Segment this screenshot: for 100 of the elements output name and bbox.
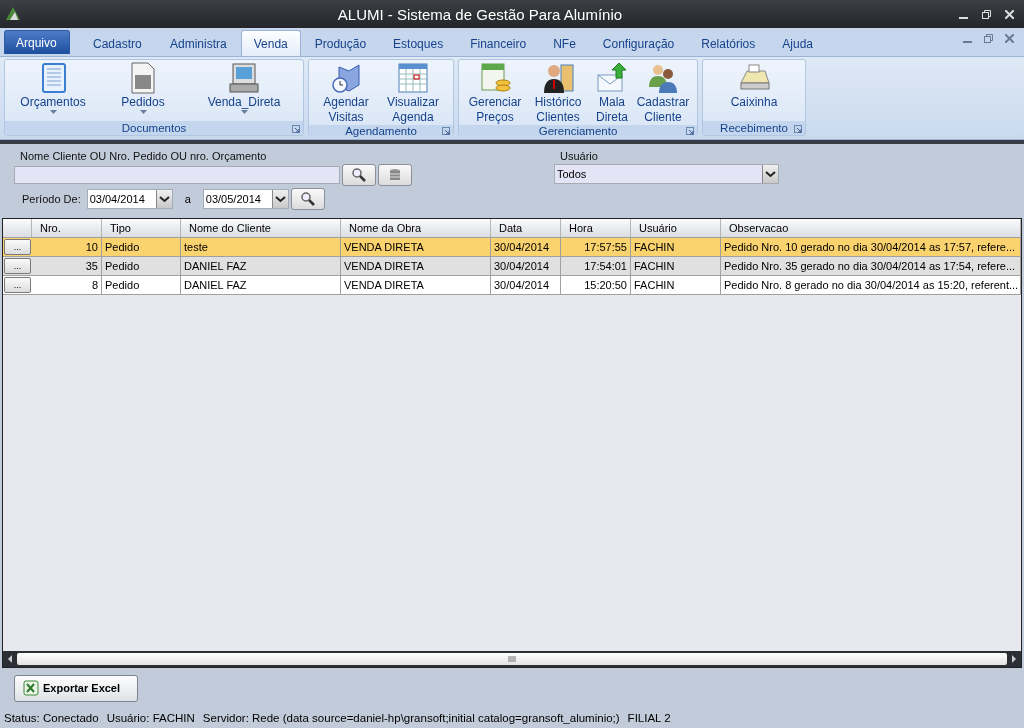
search-icon <box>351 167 367 183</box>
search-button[interactable] <box>342 164 376 186</box>
status-text: Usuário: FACHIN <box>106 712 195 724</box>
person-icon <box>541 61 575 95</box>
column-header[interactable]: Hora <box>561 219 631 237</box>
table-cell: Pedido <box>102 238 181 256</box>
ribbon-tab[interactable]: Cadastro <box>80 30 156 56</box>
ribbon-button[interactable]: Histórico Clientes <box>527 95 589 125</box>
ribbon-button[interactable]: Venda_Direta <box>207 95 281 110</box>
column-header[interactable]: Usuário <box>631 219 721 237</box>
database-icon <box>389 168 401 182</box>
ribbon-tab[interactable]: Administra <box>157 30 240 56</box>
cash-register-icon <box>227 61 261 95</box>
ribbon-tab[interactable]: Produção <box>301 30 380 56</box>
dialog-launcher-icon[interactable] <box>442 127 450 135</box>
database-button[interactable] <box>378 164 412 186</box>
field-label: Nome Cliente OU Nro. Pedido OU nro. Orçamento <box>19 150 268 162</box>
ribbon-button[interactable]: Mala Direta <box>591 95 633 125</box>
table-row[interactable]: ... 10 Pedido teste VENDA DIRETA 30/04/2014 17:57:55 FACHIN Pedido Nro. 10 gerado no dia 30/04/2014 as 17:57, refere... <box>3 238 1021 257</box>
dialog-launcher-icon[interactable] <box>686 127 694 135</box>
calendar-icon <box>396 61 430 95</box>
table-cell: FACHIN <box>631 257 721 275</box>
row-button[interactable]: ... <box>4 239 31 255</box>
search-icon <box>299 191 316 207</box>
spreadsheet-icon <box>23 680 39 696</box>
table-cell: 35 <box>32 257 102 275</box>
app-logo-icon <box>5 6 21 22</box>
ribbon-tab[interactable]: Ajuda <box>769 30 850 56</box>
date-separator: a <box>184 193 191 205</box>
table-cell: FACHIN <box>631 238 721 256</box>
table-cell: VENDA DIRETA <box>341 257 491 275</box>
book-clock-icon <box>329 61 363 95</box>
dialog-launcher-icon[interactable] <box>292 125 300 133</box>
row-button[interactable]: ... <box>4 258 31 274</box>
ribbon-button[interactable]: Agendar Visitas <box>315 95 377 125</box>
envelope-arrow-icon <box>595 61 629 95</box>
user-dropdown[interactable]: Todos <box>554 164 779 184</box>
ribbon-button[interactable]: Cadastrar Cliente <box>635 95 691 125</box>
file-menu-button[interactable]: Arquivo <box>4 30 70 54</box>
table-cell: DANIEL FAZ <box>181 276 341 294</box>
ribbon-tab[interactable]: Relatórios <box>688 30 769 56</box>
column-header[interactable]: Nome da Obra <box>341 219 491 237</box>
group-title: Recebimento <box>720 122 788 134</box>
export-excel-button[interactable]: Exportar Excel <box>14 674 138 702</box>
ribbon-button[interactable]: Pedidos <box>121 95 165 110</box>
table-cell: teste <box>181 238 341 256</box>
restore-icon[interactable] <box>982 9 991 19</box>
table-cell: VENDA DIRETA <box>341 276 491 294</box>
group-title: Agendamento <box>345 125 417 137</box>
grip-icon <box>508 656 516 662</box>
ribbon-button[interactable]: Gerenciar Preços <box>465 95 525 125</box>
ribbon-button[interactable]: Caixinha <box>730 95 778 110</box>
column-header[interactable]: Tipo <box>102 219 181 237</box>
search-field[interactable] <box>14 166 340 184</box>
column-header[interactable]: Data <box>491 219 561 237</box>
status-text: Status: Conectado <box>4 712 99 724</box>
table-cell: Pedido Nro. 35 gerado no dia 30/04/2014 as 17:54, refere... <box>721 257 1021 275</box>
ribbon-tab[interactable]: Venda <box>240 30 301 56</box>
column-header[interactable]: Nome do Cliente <box>181 219 341 237</box>
table-cell: 15:20:50 <box>561 276 631 294</box>
spreadsheet-coins-icon <box>478 61 512 95</box>
ribbon-button[interactable]: Orçamentos <box>20 95 86 110</box>
table-cell: 30/04/2014 <box>491 238 561 256</box>
table-cell: Pedido <box>102 257 181 275</box>
table-cell: 30/04/2014 <box>491 257 561 275</box>
column-header[interactable]: Nro. <box>32 219 102 237</box>
dialog-launcher-icon[interactable] <box>794 125 802 133</box>
window-title: ALUMI - Sistema de Gestão Para Alumínio <box>336 5 624 23</box>
status-text: FILIAL 2 <box>627 712 671 724</box>
column-header[interactable]: Observacao <box>721 219 1021 237</box>
group-title: Documentos <box>121 122 187 134</box>
group-title: Gerenciamento <box>538 125 618 137</box>
table-row[interactable]: ... 35 Pedido DANIEL FAZ VENDA DIRETA 30/04/2014 17:54:01 FACHIN Pedido Nro. 35 gerado no dia 30/04/2014 as 17:54, refere... <box>3 257 1021 276</box>
table-cell: FACHIN <box>631 276 721 294</box>
table-cell: 10 <box>32 238 102 256</box>
table-cell: 30/04/2014 <box>491 276 561 294</box>
header-corner <box>3 219 32 237</box>
status-text: Servidor: Rede (data source=daniel-hp\gransoft;initial catalog=gransoft_aluminio;) <box>202 712 620 724</box>
table-cell: 8 <box>32 276 102 294</box>
ribbon-tab[interactable]: Configuração <box>589 30 688 56</box>
ribbon-button[interactable]: Visualizar Agenda <box>379 95 447 125</box>
period-label: Período De: <box>22 193 81 205</box>
table-cell: Pedido <box>102 276 181 294</box>
table-cell: 17:57:55 <box>561 238 631 256</box>
scroll-right-icon[interactable] <box>1009 653 1019 665</box>
ribbon-tab[interactable]: Estoques <box>380 30 457 56</box>
field-label: Usuário <box>559 150 599 162</box>
row-button[interactable]: ... <box>4 277 31 293</box>
table-cell: VENDA DIRETA <box>341 238 491 256</box>
date-picker[interactable]: 03/04/2014 <box>86 189 173 209</box>
table-cell: 17:54:01 <box>561 257 631 275</box>
table-row[interactable]: ... 8 Pedido DANIEL FAZ VENDA DIRETA 30/04/2014 15:20:50 FACHIN Pedido Nro. 8 gerado no dia 30/04/2014 as 15:20, referent... <box>3 276 1021 295</box>
table-cell: Pedido Nro. 10 gerado no dia 30/04/2014 as 17:57, refere... <box>721 238 1021 256</box>
date-picker[interactable]: 03/05/2014 <box>202 189 289 209</box>
horizontal-scrollbar[interactable] <box>3 651 1021 667</box>
search-button[interactable] <box>290 188 325 210</box>
table-cell: Pedido Nro. 8 gerado no dia 30/04/2014 as 15:20, referent... <box>721 276 1021 294</box>
table-cell: DANIEL FAZ <box>181 257 341 275</box>
ribbon-tab[interactable]: NFe <box>540 30 589 56</box>
ribbon-tab[interactable]: Financeiro <box>457 30 540 56</box>
